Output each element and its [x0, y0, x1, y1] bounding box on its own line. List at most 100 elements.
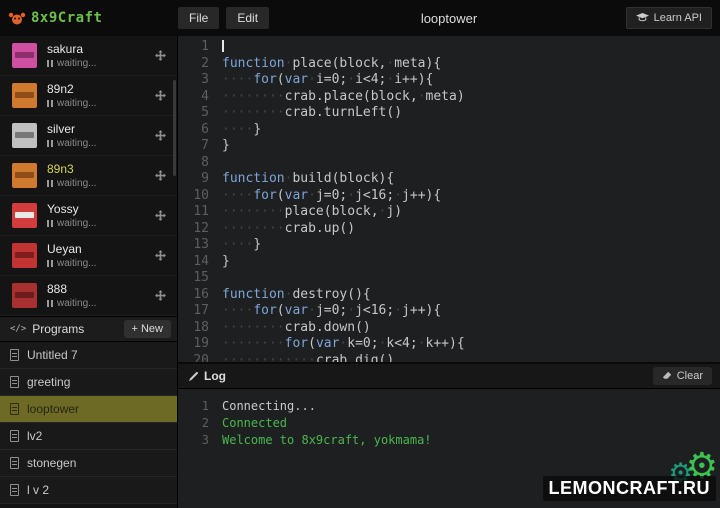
line-number: 7 — [178, 138, 222, 155]
line-number: 18 — [178, 320, 222, 337]
player-avatar — [12, 243, 37, 268]
player-status: waiting... — [47, 298, 96, 309]
program-label: lv2 — [27, 429, 42, 443]
watermark: LEMONCRAFT.RU — [543, 476, 717, 501]
code-line: 6····} — [178, 122, 720, 139]
program-item[interactable]: looptower — [0, 396, 177, 423]
code-line: 5········crab.turnLeft() — [178, 105, 720, 122]
move-handle-icon[interactable] — [154, 169, 167, 182]
document-icon — [10, 457, 19, 469]
menu-edit[interactable]: Edit — [226, 7, 269, 29]
move-handle-icon[interactable] — [154, 49, 167, 62]
player-avatar — [12, 283, 37, 308]
code-line: 8 — [178, 155, 720, 172]
line-number: 15 — [178, 270, 222, 287]
clear-log-button[interactable]: Clear — [653, 367, 712, 385]
player-row[interactable]: Ueyan waiting... — [0, 236, 177, 276]
player-row[interactable]: 89n2 waiting... — [0, 76, 177, 116]
program-label: greeting — [27, 375, 70, 389]
code-text: ········for(var·k=0;·k<4;·k++){ — [222, 336, 465, 353]
player-info: sakura waiting... — [47, 42, 96, 69]
player-name: 89n3 — [47, 162, 96, 176]
player-name: Yossy — [47, 202, 96, 216]
player-status-text: waiting... — [57, 218, 96, 229]
move-handle-icon[interactable] — [154, 249, 167, 262]
code-line: 15 — [178, 270, 720, 287]
document-icon — [10, 484, 19, 496]
player-status: waiting... — [47, 218, 96, 229]
move-handle-icon[interactable] — [154, 129, 167, 142]
line-number: 11 — [178, 204, 222, 221]
player-avatar — [12, 203, 37, 228]
program-item[interactable]: Untitled 7 — [0, 342, 177, 369]
move-handle-icon[interactable] — [154, 289, 167, 302]
program-item[interactable]: stonegen — [0, 450, 177, 477]
sidebar: sakura waiting... 89n2 waiting... — [0, 36, 178, 508]
code-text: ········crab.down() — [222, 320, 371, 337]
pause-icon — [47, 140, 53, 147]
line-number: 10 — [178, 188, 222, 205]
move-handle-icon[interactable] — [154, 89, 167, 102]
log-line-text: Connecting... — [222, 398, 316, 415]
pause-icon — [47, 300, 53, 307]
line-number: 4 — [178, 89, 222, 106]
code-text: ····} — [222, 122, 261, 139]
program-label: Untitled 7 — [27, 348, 78, 362]
player-name: sakura — [47, 42, 96, 56]
program-item[interactable]: lv2 — [0, 423, 177, 450]
player-row[interactable]: Yossy waiting... — [0, 196, 177, 236]
code-text: function·place(block,·meta){ — [222, 56, 441, 73]
content-area: 1 2function·place(block,·meta){3····for(v… — [178, 36, 720, 508]
program-item[interactable]: greeting — [0, 369, 177, 396]
pause-icon — [47, 180, 53, 187]
player-avatar — [12, 123, 37, 148]
player-row[interactable]: 89n3 waiting... — [0, 156, 177, 196]
player-status: waiting... — [47, 178, 96, 189]
line-number: 2 — [178, 56, 222, 73]
program-item[interactable]: l v 2 — [0, 477, 177, 504]
eraser-icon — [662, 371, 672, 381]
player-status: waiting... — [47, 138, 96, 149]
code-line: 20············crab.dig() — [178, 353, 720, 363]
player-status: waiting... — [47, 258, 96, 269]
top-bar: 8x9Craft File Edit looptower Learn API — [0, 0, 720, 36]
code-editor[interactable]: 12function·place(block,·meta){3····for(v… — [178, 36, 720, 362]
code-line: 18········crab.down() — [178, 320, 720, 337]
main-area: sakura waiting... 89n2 waiting... — [0, 36, 720, 508]
log-line-number: 1 — [178, 398, 222, 415]
code-line: 3····for(var·i=0;·i<4;·i++){ — [178, 72, 720, 89]
code-text: function·destroy(){ — [222, 287, 371, 304]
menu-file[interactable]: File — [178, 7, 219, 29]
line-number: 13 — [178, 237, 222, 254]
player-row[interactable]: silver waiting... — [0, 116, 177, 156]
learn-api-icon — [636, 13, 649, 23]
player-row[interactable]: sakura waiting... — [0, 36, 177, 76]
player-list: sakura waiting... 89n2 waiting... — [0, 36, 177, 316]
line-number: 8 — [178, 155, 222, 172]
line-number: 17 — [178, 303, 222, 320]
log-line: 1Connecting... — [178, 398, 720, 415]
code-text — [222, 39, 224, 56]
code-text: ········place(block,·j) — [222, 204, 402, 221]
player-status-text: waiting... — [57, 298, 96, 309]
clear-log-label: Clear — [677, 370, 703, 382]
code-icon: </> — [10, 324, 26, 334]
new-program-button[interactable]: + New — [124, 320, 172, 338]
line-number: 14 — [178, 254, 222, 271]
code-line: 11········place(block,·j) — [178, 204, 720, 221]
learn-api-label: Learn API — [654, 12, 702, 24]
player-avatar — [12, 163, 37, 188]
text-cursor — [222, 40, 224, 52]
player-row[interactable]: 888 waiting... — [0, 276, 177, 316]
programs-header: </> Programs + New — [0, 316, 177, 342]
player-list-scrollbar[interactable] — [173, 80, 176, 176]
move-handle-icon[interactable] — [154, 209, 167, 222]
line-number: 20 — [178, 353, 222, 363]
player-name: silver — [47, 122, 96, 136]
log-line: 3Welcome to 8x9craft, yokmama! — [178, 432, 720, 449]
player-info: 888 waiting... — [47, 282, 96, 309]
document-icon — [10, 349, 19, 361]
pause-icon — [47, 260, 53, 267]
learn-api-button[interactable]: Learn API — [626, 7, 712, 29]
player-info: Yossy waiting... — [47, 202, 96, 229]
